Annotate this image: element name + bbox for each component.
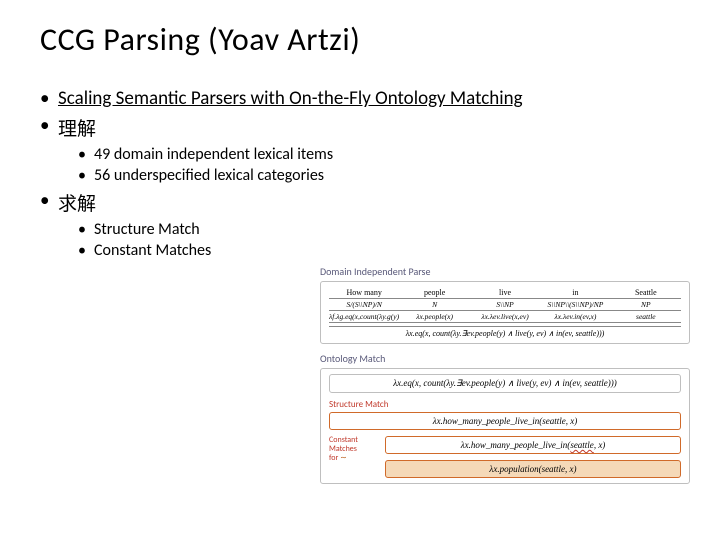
structure-formula: λx.how_many_people_live_in(seattle, x) [329, 412, 681, 430]
sub-item: 49 domain independent lexical items [78, 145, 680, 164]
panel2-label: Ontology Match [320, 352, 690, 365]
sub-item: Constant Matches [78, 241, 680, 260]
figure-area: Domain Independent Parse How many people… [320, 265, 690, 492]
eq-formula: λx.eq(x, count(λy.∃ev.people(y) ∧ live(y… [329, 374, 681, 393]
ontology-panel: λx.eq(x, count(λy.∃ev.people(y) ∧ live(y… [320, 368, 690, 484]
slide-title: CCG Parsing (Yoav Artzi) [40, 20, 680, 59]
bullet-solve: 求解 Structure Match Constant Matches [40, 189, 680, 260]
structure-match-label: Structure Match [329, 399, 681, 410]
const-src-formula: λx.how_many_people_live_in(seattle, x) [385, 436, 681, 454]
paper-link[interactable]: Scaling Semantic Parsers with On-the-Fly… [58, 87, 523, 110]
tilde-icon: ∼ [340, 453, 347, 463]
sub-list-understand: 49 domain independent lexical items 56 u… [78, 145, 680, 185]
bullet-list: Scaling Semantic Parsers with On-the-Fly… [40, 87, 680, 260]
const-tgt-formula: λx.population(seattle, x) [385, 460, 681, 478]
constant-match-label: Constant Matches for ∼ [329, 436, 379, 462]
bullet-link: Scaling Semantic Parsers with On-the-Fly… [40, 87, 680, 110]
sub-item: 56 underspecified lexical categories [78, 166, 680, 185]
parse-tokens: How many people live in Seattle [329, 287, 681, 299]
panel1-label: Domain Independent Parse [320, 265, 690, 278]
constant-match-row: Constant Matches for ∼ λx.how_many_peopl… [329, 436, 681, 478]
parse-categories: S/(S\\NP)/N N S\\NP S\\NP\\(S\\NP)/NP NP [329, 299, 681, 311]
wavy-seattle: seattle [570, 440, 594, 450]
parse-lambdas: λf.λg.eq(x,count(λy.g(y)∧f(y))) λx.peopl… [329, 311, 681, 323]
parse-panel: How many people live in Seattle S/(S\\NP… [320, 281, 690, 344]
sub-list-solve: Structure Match Constant Matches [78, 220, 680, 260]
parse-result: λx.eq(x, count(λy.∃ev.people(y) ∧ live(y… [329, 326, 681, 338]
sub-item: Structure Match [78, 220, 680, 239]
bullet-understand: 理解 49 domain independent lexical items 5… [40, 114, 680, 185]
